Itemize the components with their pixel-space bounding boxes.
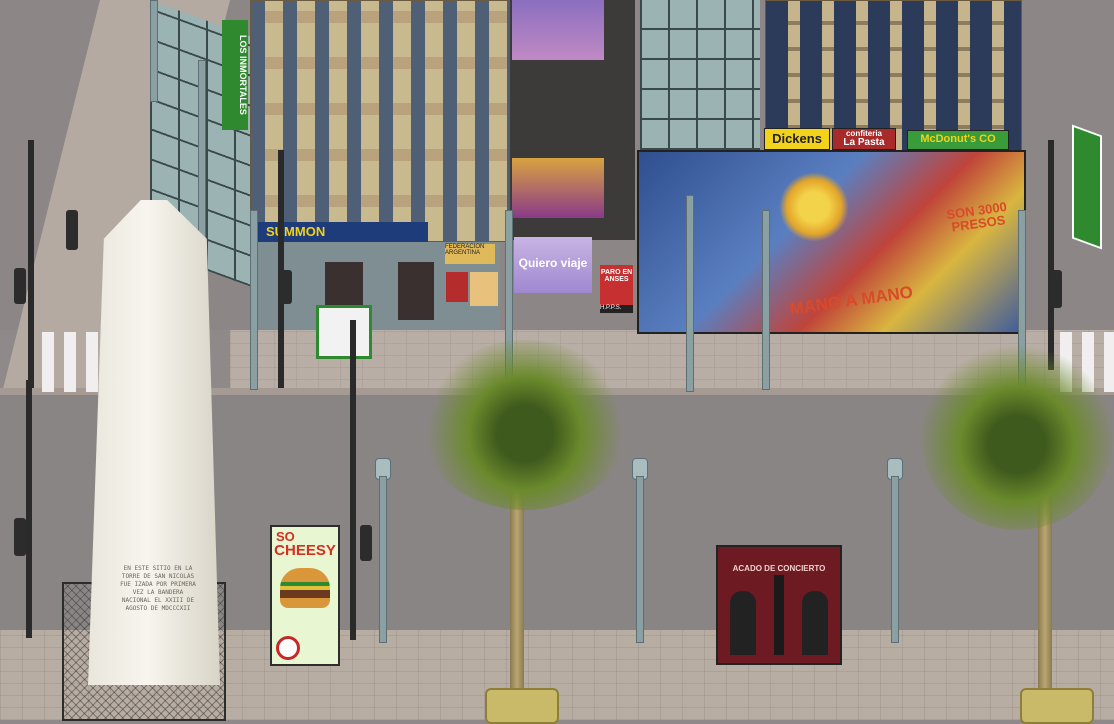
- mural-text-presos: SON 3000 PRESOS: [945, 198, 1008, 235]
- la-pasta-text: La Pasta: [843, 137, 885, 148]
- cheesy-ad-kiosk[interactable]: SO CHEESY: [270, 525, 340, 666]
- curtain-window: [512, 158, 604, 218]
- obelisk-plaque: EN ESTE SITIO EN LA TORRE DE SAN NICOLAS…: [120, 565, 196, 613]
- traffic-light-icon: [360, 525, 372, 561]
- quiero-viaje-poster: Quiero viaje: [514, 237, 592, 293]
- street-lamp: [636, 476, 644, 643]
- singer-figure: [802, 591, 828, 655]
- cheesy-top-text: SO: [276, 529, 295, 544]
- lamp-post: [26, 380, 32, 638]
- lamp-post: [28, 140, 34, 388]
- mcdonuts-sign: McDonut's CO: [907, 130, 1009, 150]
- immortales-sign: LOS INMORTALES: [222, 20, 248, 130]
- mcdonuts-text: McDonut's CO: [920, 133, 996, 145]
- traffic-light-icon: [14, 518, 26, 556]
- street-sign-board: [316, 305, 372, 359]
- dickens-text: Dickens: [772, 131, 822, 146]
- la-pasta-sign: confiteria La Pasta: [832, 128, 896, 150]
- street-lamp: [250, 210, 258, 390]
- sun-icon: [779, 172, 849, 242]
- traffic-pole: [278, 150, 284, 388]
- palm-planter: [1020, 688, 1094, 724]
- lamp-post: [350, 320, 356, 640]
- quiero-viaje-text: Quiero viaje: [518, 256, 588, 270]
- traffic-light-icon: [14, 268, 26, 304]
- palm-planter: [485, 688, 559, 724]
- concert-text: ACADO DE CONCIERTO: [732, 564, 826, 573]
- federacion-sign: FEDERACION ARGENTINA: [445, 244, 495, 264]
- no-entry-icon: [276, 636, 300, 660]
- paro-poster: PARO EN ANSES: [600, 265, 633, 305]
- concert-poster[interactable]: ACADO DE CONCIERTO: [716, 545, 842, 665]
- street-lamp: [198, 60, 206, 240]
- poster: [446, 272, 468, 302]
- shop-door-2[interactable]: [398, 262, 434, 320]
- dickens-sign: Dickens: [764, 128, 830, 150]
- street-lamp: [762, 210, 770, 390]
- street-sign-icon: [1072, 124, 1102, 250]
- traffic-light-icon: [1050, 270, 1062, 308]
- palm-tree: [920, 340, 1114, 530]
- singer-figure: [730, 591, 756, 655]
- street-lamp: [150, 0, 158, 102]
- poster-face: [470, 272, 498, 306]
- classic-building: [250, 0, 512, 242]
- mural-text-mano: MANO A MANO: [788, 282, 915, 319]
- paro-text: PARO EN ANSES: [600, 269, 633, 283]
- office-tower: [640, 0, 760, 150]
- street-lamp: [686, 195, 694, 392]
- street-lamp: [379, 476, 387, 643]
- lamp-post: [1048, 140, 1054, 370]
- cheesy-text: CHEESY: [274, 542, 336, 559]
- palm-tree: [420, 340, 630, 510]
- hpps-label: H.P.P.S.: [600, 305, 633, 313]
- traffic-light-icon: [66, 210, 78, 250]
- lit-window: [512, 0, 604, 60]
- traffic-light-icon: [280, 270, 292, 304]
- street-mural: SON 3000 PRESOS MANO A MANO: [637, 150, 1026, 334]
- cross-icon: [774, 575, 784, 655]
- burger-icon: [280, 568, 330, 608]
- street-lamp: [891, 476, 899, 643]
